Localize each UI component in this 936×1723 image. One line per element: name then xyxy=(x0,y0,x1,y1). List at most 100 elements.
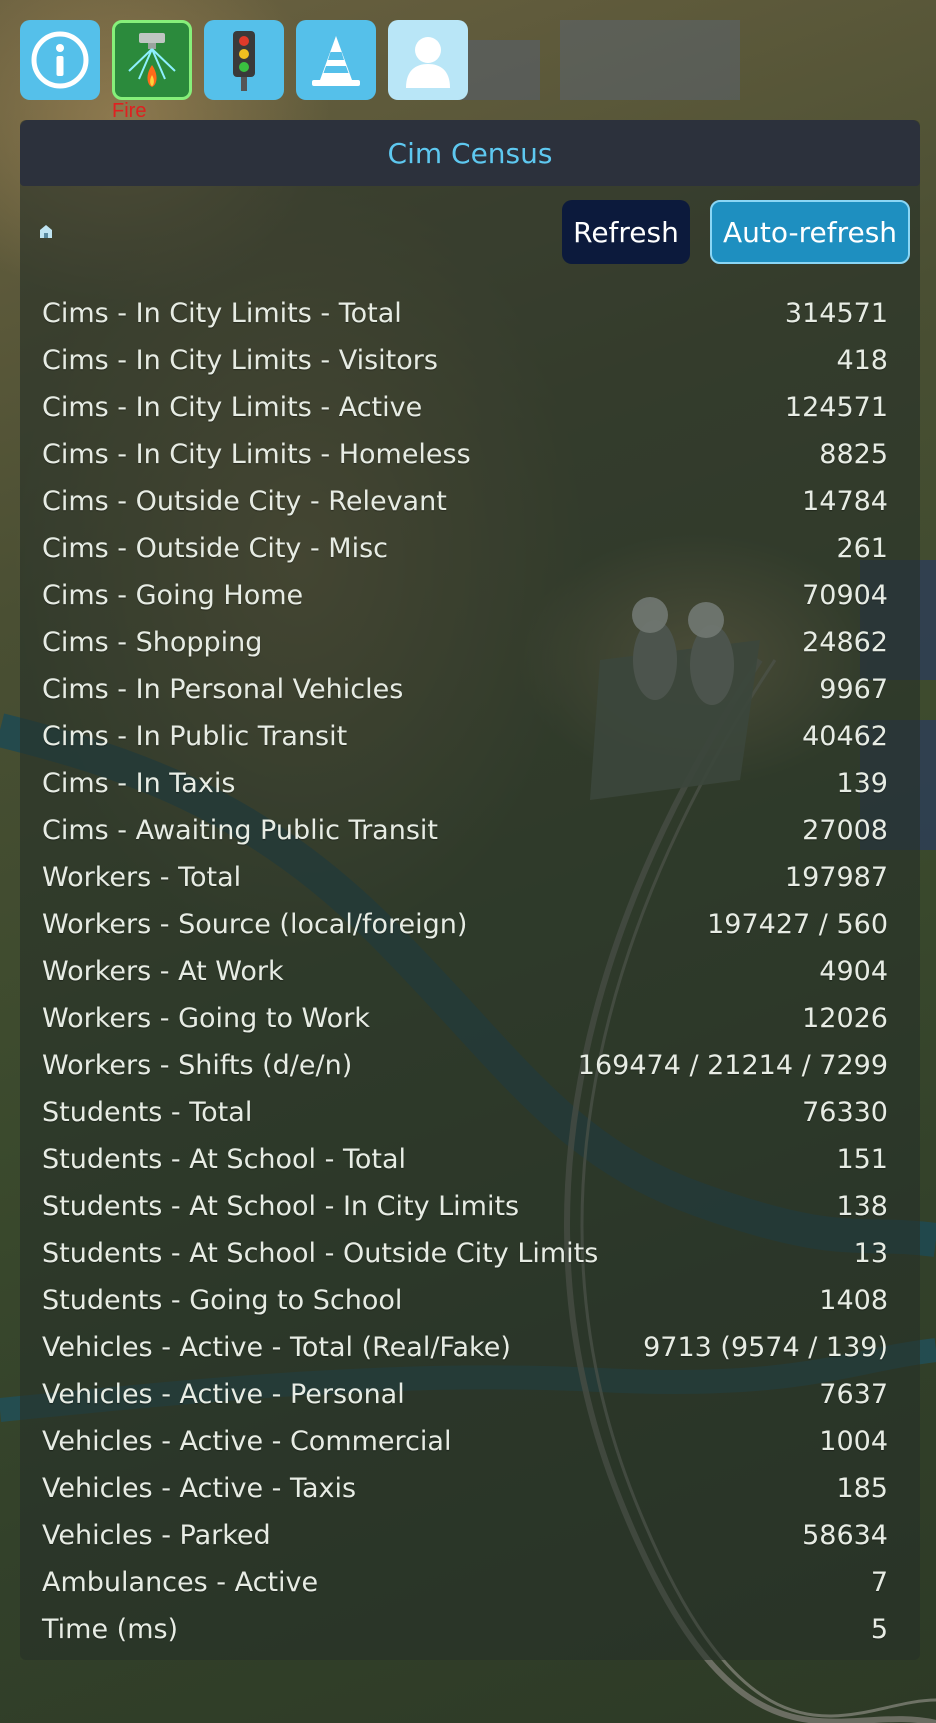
stat-row: Workers - At Work 4904 xyxy=(42,948,888,995)
stat-value: 27008 xyxy=(802,815,888,846)
stat-label: Cims - In City Limits - Visitors xyxy=(42,345,438,376)
stat-value: 76330 xyxy=(802,1097,888,1128)
stat-row: Cims - In Personal Vehicles 9967 xyxy=(42,666,888,713)
stat-value: 185 xyxy=(836,1473,888,1504)
stat-row: Cims - Outside City - Misc 261 xyxy=(42,525,888,572)
stat-value: 197427 / 560 xyxy=(707,909,888,940)
stat-row: Cims - Awaiting Public Transit 27008 xyxy=(42,807,888,854)
stat-row: Cims - In City Limits - Visitors 418 xyxy=(42,337,888,384)
traffic-cone-icon xyxy=(312,36,360,86)
fire-button[interactable] xyxy=(112,20,192,100)
stat-value: 418 xyxy=(836,345,888,376)
citizens-button[interactable] xyxy=(388,20,468,100)
stat-label: Cims - Outside City - Relevant xyxy=(42,486,447,517)
stat-label: Cims - Going Home xyxy=(42,580,304,611)
stat-row: Cims - Going Home 70904 xyxy=(42,572,888,619)
stat-label: Students - At School - Outside City Limi… xyxy=(42,1238,599,1269)
stat-label: Vehicles - Active - Total (Real/Fake) xyxy=(42,1332,511,1363)
stat-row: Cims - Shopping 24862 xyxy=(42,619,888,666)
stat-label: Vehicles - Parked xyxy=(42,1520,271,1551)
traffic-button[interactable] xyxy=(204,20,284,100)
stat-value: 40462 xyxy=(802,721,888,752)
stat-row: Cims - In Taxis 139 xyxy=(42,760,888,807)
stat-row: Vehicles - Active - Personal 7637 xyxy=(42,1371,888,1418)
stat-label: Cims - In Personal Vehicles xyxy=(42,674,404,705)
stat-row: Time (ms) 5 xyxy=(42,1606,888,1653)
stat-label: Time (ms) xyxy=(42,1614,179,1645)
panel-title: Cim Census xyxy=(387,136,553,170)
stat-label: Vehicles - Active - Commercial xyxy=(42,1426,452,1457)
stat-row: Vehicles - Active - Taxis 185 xyxy=(42,1465,888,1512)
stat-value: 8825 xyxy=(819,439,888,470)
stat-label: Workers - At Work xyxy=(42,956,284,987)
stat-label: Cims - In Taxis xyxy=(42,768,236,799)
census-stats-list: Cims - In City Limits - Total 314571 Cims … xyxy=(42,290,888,1653)
stat-row: Cims - In City Limits - Homeless 8825 xyxy=(42,431,888,478)
stat-value: 13 xyxy=(853,1238,888,1269)
stat-value: 70904 xyxy=(802,580,888,611)
stat-row: Workers - Shifts (d/e/n) 169474 / 21214 /… xyxy=(42,1042,888,1089)
stat-label: Workers - Total xyxy=(42,862,242,893)
stat-value: 138 xyxy=(836,1191,888,1222)
stat-row: Workers - Total 197987 xyxy=(42,854,888,901)
stat-label: Students - Total xyxy=(42,1097,253,1128)
stat-label: Cims - Shopping xyxy=(42,627,263,658)
stat-label: Students - At School - In City Limits xyxy=(42,1191,520,1222)
roads-button[interactable] xyxy=(296,20,376,100)
stat-label: Cims - In Public Transit xyxy=(42,721,348,752)
stat-row: Students - At School - Outside City Limi… xyxy=(42,1230,888,1277)
stat-value: 12026 xyxy=(802,1003,888,1034)
stat-value: 9967 xyxy=(819,674,888,705)
cim-census-panel: Cim Census Refresh Auto-refresh Cims - I… xyxy=(20,120,920,1660)
stat-value: 1408 xyxy=(819,1285,888,1316)
stat-row: Vehicles - Parked 58634 xyxy=(42,1512,888,1559)
stat-value: 151 xyxy=(836,1144,888,1175)
person-icon xyxy=(406,37,450,88)
stat-row: Vehicles - Active - Commercial 1004 xyxy=(42,1418,888,1465)
stat-label: Cims - In City Limits - Total xyxy=(42,298,402,329)
panel-header[interactable]: Cim Census xyxy=(20,120,920,186)
stat-row: Workers - Going to Work 12026 xyxy=(42,995,888,1042)
stat-value: 1004 xyxy=(819,1426,888,1457)
drag-handle-icon[interactable] xyxy=(36,224,56,240)
stat-value: 139 xyxy=(836,768,888,799)
stat-row: Students - Total 76330 xyxy=(42,1089,888,1136)
traffic-light-icon xyxy=(233,31,255,91)
stat-label: Cims - In City Limits - Active xyxy=(42,392,423,423)
stat-value: 124571 xyxy=(784,392,888,423)
stat-row: Vehicles - Active - Total (Real/Fake) 971… xyxy=(42,1324,888,1371)
stat-label: Workers - Shifts (d/e/n) xyxy=(42,1050,353,1081)
stat-label: Workers - Going to Work xyxy=(42,1003,370,1034)
info-button[interactable] xyxy=(20,20,100,100)
stat-value: 5 xyxy=(870,1614,888,1645)
auto-refresh-button[interactable]: Auto-refresh xyxy=(710,200,910,264)
fire-station-icon xyxy=(128,33,176,87)
stat-value: 314571 xyxy=(784,298,888,329)
stat-value: 4904 xyxy=(819,956,888,987)
stat-value: 58634 xyxy=(802,1520,888,1551)
stat-row: Ambulances - Active 7 xyxy=(42,1559,888,1606)
stat-value: 9713 (9574 / 139) xyxy=(643,1332,888,1363)
stat-value: 261 xyxy=(836,533,888,564)
top-toolbar xyxy=(20,20,468,100)
stat-label: Vehicles - Active - Taxis xyxy=(42,1473,357,1504)
stat-label: Workers - Source (local/foreign) xyxy=(42,909,468,940)
stat-label: Students - Going to School xyxy=(42,1285,403,1316)
stat-label: Ambulances - Active xyxy=(42,1567,319,1598)
stat-label: Cims - Awaiting Public Transit xyxy=(42,815,438,846)
stat-row: Cims - In City Limits - Active 124571 xyxy=(42,384,888,431)
stat-value: 14784 xyxy=(802,486,888,517)
stat-row: Cims - In City Limits - Total 314571 xyxy=(42,290,888,337)
stat-row: Cims - In Public Transit 40462 xyxy=(42,713,888,760)
info-icon xyxy=(31,31,89,89)
stat-row: Students - At School - In City Limits 138 xyxy=(42,1183,888,1230)
stat-value: 169474 / 21214 / 7299 xyxy=(577,1050,888,1081)
refresh-button[interactable]: Refresh xyxy=(562,200,690,264)
stat-label: Cims - In City Limits - Homeless xyxy=(42,439,471,470)
stat-label: Students - At School - Total xyxy=(42,1144,407,1175)
stat-value: 24862 xyxy=(802,627,888,658)
stat-value: 7 xyxy=(870,1567,888,1598)
stat-value: 7637 xyxy=(819,1379,888,1410)
stat-value: 197987 xyxy=(784,862,888,893)
stat-row: Students - Going to School 1408 xyxy=(42,1277,888,1324)
